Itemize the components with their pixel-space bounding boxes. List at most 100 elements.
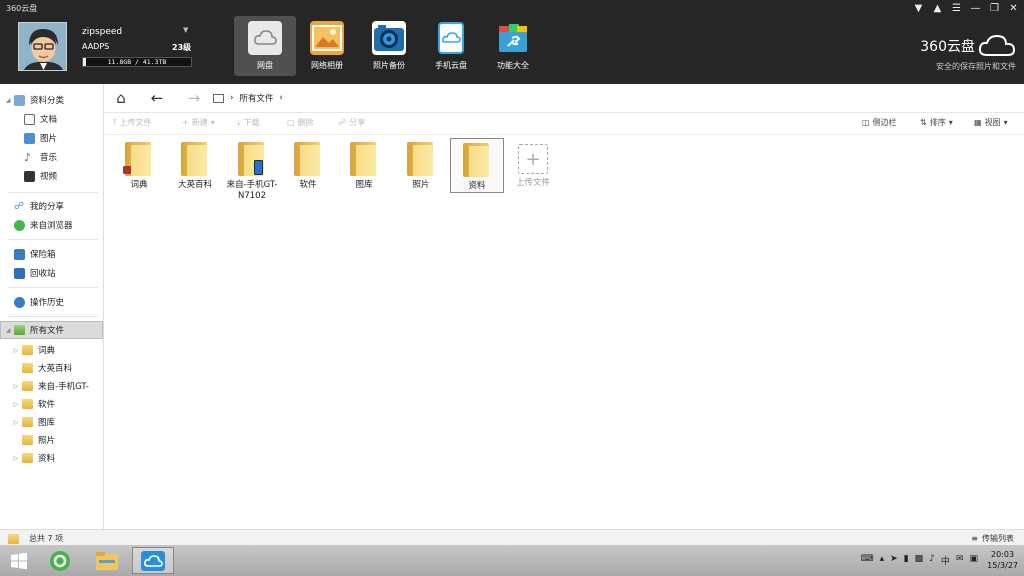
tree-item-britannica[interactable]: 大英百科 (0, 359, 103, 377)
volume-icon[interactable]: ♪ (929, 554, 935, 567)
close-icon[interactable]: ✕ (1007, 2, 1020, 15)
avatar[interactable] (18, 22, 67, 71)
brand-name-text: 360云盘 (920, 39, 975, 55)
folder-icon (294, 142, 322, 176)
expand-arrow-icon[interactable]: ▷ (12, 347, 20, 354)
sort-label: 排序 (929, 118, 946, 127)
collapse-arrow-icon[interactable]: ◢ (4, 327, 12, 334)
folder-item-selected[interactable]: 资料 (450, 138, 504, 193)
tree-item-from-phone[interactable]: ▷ 来自-手机GT- (0, 377, 103, 395)
nav-item-photo-backup[interactable]: 照片备份 (358, 16, 420, 76)
sidebar-item-history[interactable]: 操作历史 (0, 293, 103, 311)
plus-icon: + (518, 144, 548, 174)
new-button[interactable]: + 新建 ▾ (182, 117, 215, 128)
sidebar-item-documents[interactable]: 文档 (0, 110, 103, 128)
folder-name: 照片 (412, 180, 430, 190)
username[interactable]: zipspeed (82, 27, 122, 37)
maximize-icon[interactable]: ❐ (988, 2, 1001, 15)
taskbar-app-360-browser[interactable] (39, 547, 81, 574)
folder-item[interactable]: 来自-手机GT-N7102 (225, 138, 279, 206)
feedback-icon[interactable]: ▼ (912, 2, 925, 15)
tree-item-photos[interactable]: 照片 (0, 431, 103, 449)
address-bar: ⌂ ← → › 所有文件 › (104, 84, 1024, 113)
nav-item-cloud-disk[interactable]: 网盘 (234, 16, 296, 76)
sidebar-item-all-files[interactable]: ◢ 所有文件 (0, 321, 103, 339)
upload-tile[interactable]: + 上传文件 (506, 138, 560, 196)
ime-indicator[interactable]: 中 (941, 554, 950, 567)
tree-item-software[interactable]: ▷ 软件 (0, 395, 103, 413)
breadcrumb: › 所有文件 › (213, 91, 283, 105)
nav-item-photo-album[interactable]: 网络相册 (296, 16, 358, 76)
action-toolbar: ⤒ 上传文件 + 新建 ▾ ⤓ 下载 ▢ 删除 ☍ 分享 ◫ 侧边栏 ⇅ 排序 ▾ ▦ 视图 ▾ (104, 113, 1024, 135)
nav-label: 网盘 (257, 61, 273, 70)
notification-icon[interactable]: ✉ (956, 554, 964, 567)
sidebar-item-label: 来自浏览器 (30, 221, 73, 231)
breadcrumb-separator-icon[interactable]: › (279, 93, 282, 103)
tree-item-materials[interactable]: ▷ 资料 (0, 449, 103, 467)
display-icon[interactable]: ▣ (969, 554, 978, 567)
sidebar-toggle-button[interactable]: ◫ 侧边栏 (862, 117, 897, 128)
skin-icon[interactable]: ▲ (931, 2, 944, 15)
chevron-down-icon: ▾ (1003, 118, 1008, 127)
clock[interactable]: 20:03 15/3/27 (987, 549, 1018, 571)
tree-item-dictionary[interactable]: ▷ 词典 (0, 341, 103, 359)
sidebar-item-from-browser[interactable]: 来自浏览器 (0, 216, 103, 234)
folder-icon (238, 142, 266, 176)
sidebar-toggle-label: 侧边栏 (872, 118, 897, 127)
minimize-icon[interactable]: — (969, 2, 982, 15)
sidebar-item-my-share[interactable]: ☍ 我的分享 (0, 197, 103, 215)
sidebar-item-recycle-bin[interactable]: 回收站 (0, 264, 103, 282)
sidebar-item-label: 视频 (40, 172, 58, 182)
tree-item-label: 来自-手机GT- (38, 382, 89, 392)
expand-arrow-icon[interactable]: ▷ (12, 401, 20, 408)
tree-item-gallery[interactable]: ▷ 图库 (0, 413, 103, 431)
360-browser-icon (50, 550, 70, 571)
toolbox-icon (496, 21, 530, 55)
breadcrumb-item[interactable]: 所有文件 (239, 92, 273, 104)
phone-cloud-icon (434, 21, 468, 55)
upload-button[interactable]: ⤒ 上传文件 (113, 117, 152, 128)
keyboard-icon[interactable]: ⌨ (861, 554, 874, 567)
sidebar-item-music[interactable]: ♪ 音乐 (0, 148, 103, 166)
delete-button[interactable]: ▢ 删除 (287, 117, 314, 128)
share-button[interactable]: ☍ 分享 (338, 117, 365, 128)
forward-arrow-icon[interactable]: → (184, 89, 204, 107)
start-button[interactable] (2, 547, 36, 574)
sidebar-item-categories[interactable]: ◢ 资料分类 (0, 91, 103, 109)
transfer-list-button[interactable]: ≡ 传输列表 (971, 533, 1014, 544)
tree-item-label: 图库 (38, 418, 56, 428)
phone-badge-icon (254, 160, 263, 175)
folder-item[interactable]: 照片 (394, 138, 448, 196)
transfer-list-label: 传输列表 (982, 534, 1014, 543)
home-icon[interactable]: ⌂ (111, 89, 131, 107)
nav-item-toolbox[interactable]: 功能大全 (482, 16, 544, 76)
send-icon[interactable]: ➤ (890, 554, 898, 567)
battery-icon[interactable]: ▮ (904, 554, 909, 567)
download-button[interactable]: ⤓ 下载 (237, 117, 260, 128)
folder-item[interactable]: 大英百科 (168, 138, 222, 196)
sidebar-item-safe-box[interactable]: 保险箱 (0, 245, 103, 263)
sidebar-item-video[interactable]: 视频 (0, 167, 103, 185)
taskbar-app-360-cloud[interactable] (132, 547, 174, 574)
video-icon (24, 170, 35, 182)
user-dropdown-icon[interactable]: ▼ (183, 26, 188, 34)
sort-button[interactable]: ⇅ 排序 ▾ (920, 117, 953, 128)
expand-arrow-icon[interactable]: ▷ (12, 455, 20, 462)
view-button[interactable]: ▦ 视图 ▾ (974, 117, 1008, 128)
back-arrow-icon[interactable]: ← (147, 89, 167, 107)
expand-arrow-icon[interactable]: ▷ (12, 419, 20, 426)
taskbar-app-file-explorer[interactable] (86, 547, 128, 574)
sidebar-item-images[interactable]: 图片 (0, 129, 103, 147)
folder-item[interactable]: 词典 (112, 138, 166, 196)
signal-icon[interactable]: ▩ (915, 554, 924, 567)
collapse-arrow-icon[interactable]: ◢ (4, 97, 12, 104)
folder-icon (22, 381, 33, 391)
folder-icon (22, 345, 33, 355)
nav-item-phone-cloud[interactable]: 手机云盘 (420, 16, 482, 76)
folder-item[interactable]: 图库 (337, 138, 391, 196)
tray-expand-icon[interactable]: ▴ (880, 554, 885, 567)
folder-icon (181, 142, 209, 176)
folder-item[interactable]: 软件 (281, 138, 335, 196)
expand-arrow-icon[interactable]: ▷ (12, 383, 20, 390)
menu-icon[interactable]: ☰ (950, 2, 963, 15)
